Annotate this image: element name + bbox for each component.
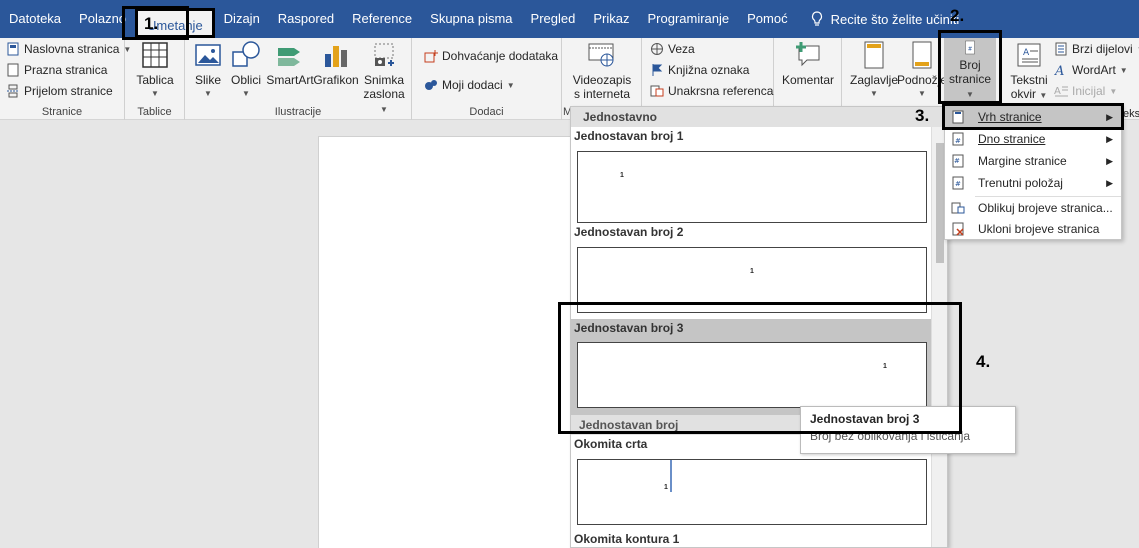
drop-cap-icon: A <box>1054 86 1068 97</box>
group-label-tekst-partial: ekst <box>1123 108 1139 120</box>
tab-skupna-pisma[interactable]: Skupna pisma <box>421 0 521 38</box>
group-ilustracije: Slike ▼ Oblici ▼ SmartArt Grafikon Snimk… <box>185 38 412 120</box>
menu-item-margine-stranice[interactable]: # Margine stranice ▶ <box>945 150 1121 172</box>
page-bottom-icon: # <box>952 132 964 146</box>
komentar-button[interactable]: Komentar <box>782 40 834 87</box>
gallery-section-header: Jednostavno <box>571 107 947 127</box>
footer-icon <box>912 41 932 69</box>
tab-raspored[interactable]: Raspored <box>269 0 343 38</box>
unakrsna-referenca-button[interactable]: Unakrsna referenca <box>650 84 773 98</box>
format-page-numbers-icon <box>951 202 965 214</box>
menu-item-oblikuj-brojeve[interactable]: Oblikuj brojeve stranica... <box>945 197 1121 219</box>
svg-text:A: A <box>1023 48 1030 58</box>
videozapis-button[interactable]: Videozapis s interneta <box>570 40 634 101</box>
text-box-icon: A <box>1017 43 1041 67</box>
cover-page-icon <box>7 42 19 56</box>
tell-me-search[interactable]: Recite što želite učiniti <box>811 11 960 27</box>
group-label-stranice: Stranice <box>41 106 83 118</box>
inicijal-button[interactable]: A Inicijal ▼ <box>1054 84 1117 98</box>
annotation-box-4 <box>558 302 962 434</box>
slike-button[interactable]: Slike ▼ <box>193 40 223 101</box>
page-break-icon <box>7 84 19 98</box>
dohvacanje-dodataka-button[interactable]: Dohvaćanje dodataka <box>424 49 558 63</box>
current-position-icon: # <box>952 176 964 190</box>
prijelom-stranice-button[interactable]: Prijelom stranice <box>6 84 113 98</box>
gallery-scrollbar-thumb[interactable] <box>936 143 944 263</box>
group-dodaci: Dohvaćanje dodataka Moji dodaci ▼ Dodaci <box>412 38 562 120</box>
svg-text:#: # <box>955 137 961 145</box>
tab-dizajn[interactable]: Dizajn <box>215 0 269 38</box>
grafikon-button[interactable]: Grafikon <box>313 40 359 87</box>
shapes-icon <box>232 41 260 67</box>
group-label-dodaci: Dodaci <box>469 106 504 118</box>
annotation-box-2 <box>938 30 1002 104</box>
gallery-item-title: Okomita kontura 1 <box>574 532 680 546</box>
brzi-dijelovi-button[interactable]: Brzi dijelovi▼ <box>1054 42 1139 56</box>
lightbulb-icon <box>811 11 822 26</box>
annotation-box-3 <box>942 103 1124 130</box>
comment-icon <box>796 42 820 67</box>
blank-page-icon <box>7 63 19 77</box>
picture-icon <box>195 44 221 66</box>
tab-programiranje[interactable]: Programiranje <box>638 0 738 38</box>
group-tablice: Tablica ▼ Tablice <box>125 38 185 120</box>
annotation-label-2: 2. <box>950 6 965 25</box>
annotation-label-3: 3. <box>915 106 930 125</box>
table-icon <box>142 42 168 68</box>
vertical-line-decoration <box>670 460 672 492</box>
prazna-stranica-button[interactable]: Prazna stranica <box>6 63 107 77</box>
tab-prikaz[interactable]: Prikaz <box>584 0 638 38</box>
tab-datoteka[interactable]: Datoteka <box>0 0 70 38</box>
smartart-icon <box>278 48 300 66</box>
annotation-label-1: 1. <box>144 14 159 33</box>
annotation-label-4: 4. <box>976 352 991 371</box>
smartart-button[interactable]: SmartArt <box>266 40 314 87</box>
tablica-button[interactable]: Tablica ▼ <box>136 40 174 101</box>
tab-pomoc[interactable]: Pomoć <box>738 0 796 38</box>
svg-text:#: # <box>955 180 961 188</box>
gallery-item-title: Jednostavan broj 1 <box>574 129 684 143</box>
zaglavlje-button[interactable]: Zaglavlje ▼ <box>848 40 900 101</box>
tekstni-okvir-button[interactable]: A Tekstni okvir ▼ <box>1008 40 1050 103</box>
my-addins-icon <box>425 80 437 90</box>
moji-dodaci-button[interactable]: Moji dodaci ▼ <box>424 78 515 92</box>
gallery-item-title: Jednostavan broj 2 <box>574 225 684 239</box>
page-margins-icon: # <box>952 154 964 168</box>
submenu-arrow-icon: ▶ <box>1106 155 1113 166</box>
online-video-icon <box>588 43 614 67</box>
gallery-item-jednostavan-broj-1[interactable]: 1 <box>577 151 927 223</box>
submenu-arrow-icon: ▶ <box>1106 177 1113 188</box>
wordart-button[interactable]: A WordArt ▼ <box>1054 63 1128 77</box>
group-label-ilustracije: Ilustracije <box>274 106 322 118</box>
screenshot-icon <box>374 43 394 66</box>
store-icon <box>424 50 438 63</box>
tab-pregled[interactable]: Pregled <box>522 0 585 38</box>
cross-reference-icon <box>650 85 664 97</box>
menu-item-trenutni-polozaj[interactable]: # Trenutni položaj ▶ <box>945 172 1121 194</box>
group-stranice: Naslovna stranica ▼ Prazna stranica Prije… <box>0 38 131 120</box>
menu-item-dno-stranice[interactable]: # Dno stranice ▶ <box>945 128 1121 150</box>
wordart-icon: A <box>1054 64 1064 77</box>
quick-parts-icon <box>1055 42 1067 56</box>
svg-text:A: A <box>1054 64 1064 77</box>
tab-reference[interactable]: Reference <box>343 0 421 38</box>
svg-text:#: # <box>954 157 960 165</box>
oblici-button[interactable]: Oblici ▼ <box>229 40 263 101</box>
remove-page-numbers-icon <box>952 222 964 236</box>
naslovna-stranica-button[interactable]: Naslovna stranica ▼ <box>6 42 131 56</box>
veza-button[interactable]: Veza <box>650 42 695 56</box>
chart-icon <box>325 46 347 67</box>
svg-text:A: A <box>1054 86 1061 97</box>
header-icon <box>864 41 884 69</box>
bookmark-icon <box>652 64 663 76</box>
tell-me-text: Recite što želite učiniti <box>830 11 960 27</box>
knjizna-oznaka-button[interactable]: Knjižna oznaka <box>650 63 749 77</box>
group-label-tablice: Tablice <box>137 106 172 118</box>
gallery-item-okomita-crta[interactable]: 1 <box>577 459 927 525</box>
submenu-arrow-icon: ▶ <box>1106 133 1113 144</box>
link-icon <box>651 43 663 55</box>
menu-item-ukloni-brojeve[interactable]: Ukloni brojeve stranica <box>945 218 1121 240</box>
